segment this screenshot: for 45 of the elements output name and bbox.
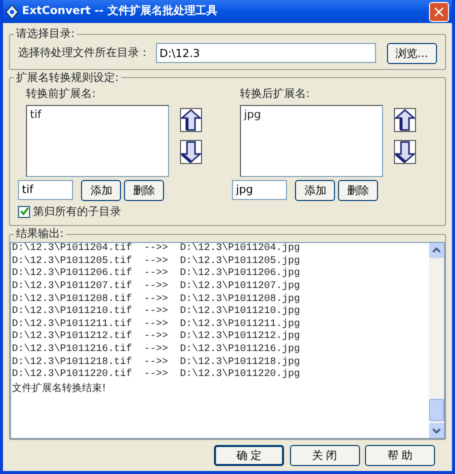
extension-list[interactable]: tif	[26, 105, 169, 178]
output-line: D:\12.3\P1011204.tif -->> D:\12.3\P1011204.jpg	[12, 243, 302, 256]
group-label: 请选择目录:	[15, 28, 76, 40]
app-icon	[6, 4, 18, 18]
output-line: D:\12.3\P1011208.tif -->> D:\12.3\P1011208.jpg	[12, 294, 302, 306]
up-arrow-icon[interactable]	[394, 108, 416, 132]
group-label: 扩展名转换规则设定:	[15, 72, 120, 84]
field-label: 选择待处理文件所在目录：	[18, 45, 150, 62]
output-line: D:\12.3\P1011212.tif -->> D:\12.3\P1011212.jpg	[12, 331, 302, 344]
dialog-button[interactable]: 关 闭	[290, 445, 360, 466]
add-button[interactable]: 添加	[81, 180, 122, 201]
output-line: D:\12.3\P1011207.tif -->> D:\12.3\P1011207.jpg	[12, 281, 302, 294]
group-label: 结果输出:	[15, 228, 65, 240]
browse-button[interactable]: 浏览...	[386, 42, 437, 64]
output-line: D:\12.3\P1011206.tif -->> D:\12.3\P1011206.jpg	[12, 268, 302, 280]
scroll-up-icon[interactable]	[429, 243, 444, 258]
down-arrow-icon[interactable]	[394, 140, 416, 164]
window-title: ExtConvert -- 文件扩展名批处理工具	[22, 3, 218, 20]
down-arrow-icon[interactable]	[180, 140, 202, 164]
close-button[interactable]: ×	[429, 2, 449, 22]
extension-field[interactable]: tif	[18, 180, 73, 200]
list-item[interactable]: jpg	[244, 107, 379, 124]
output-line: D:\12.3\P1011220.tif -->> D:\12.3\P1011220.jpg	[12, 369, 302, 382]
extension-list[interactable]: jpg	[240, 105, 383, 178]
delete-button[interactable]: 删除	[124, 180, 164, 201]
scroll-down-icon[interactable]	[429, 423, 444, 438]
dialog-button[interactable]: 帮 助	[365, 445, 435, 466]
output-line: D:\12.3\P1011218.tif -->> D:\12.3\P1011218.jpg	[12, 356, 302, 368]
extension-field[interactable]: jpg	[232, 180, 287, 200]
output-line: D:\12.3\P1011216.tif -->> D:\12.3\P1011216.jpg	[12, 344, 302, 356]
list-label: 转换后扩展名:	[240, 86, 311, 102]
dialog-button[interactable]: 确 定	[214, 445, 284, 466]
output-line: D:\12.3\P1011211.tif -->> D:\12.3\P1011211.jpg	[12, 318, 302, 330]
checkbox-label: 第归所有的子目录	[32, 204, 121, 220]
output-line: 文件扩展名转换结束!	[12, 382, 108, 395]
output-line: D:\12.3\P1011205.tif -->> D:\12.3\P1011205.jpg	[12, 256, 302, 268]
delete-button[interactable]: 删除	[338, 180, 378, 201]
output-line: D:\12.3\P1011210.tif -->> D:\12.3\P1011210.jpg	[12, 306, 302, 318]
scroll-thumb[interactable]	[429, 399, 444, 422]
list-item[interactable]: tif	[30, 107, 165, 124]
up-arrow-icon[interactable]	[180, 108, 202, 132]
directory-field[interactable]: D:\12.3	[156, 43, 376, 64]
checkbox[interactable]	[18, 206, 30, 218]
list-label: 转换前扩展名:	[26, 86, 97, 102]
add-button[interactable]: 添加	[295, 180, 336, 201]
